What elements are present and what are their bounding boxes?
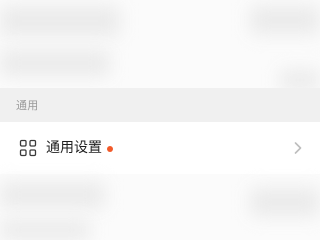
blurred-bottom-right (250, 188, 320, 216)
general-settings-label: 通用设置 (46, 140, 102, 156)
notification-dot (107, 146, 113, 152)
section-title: 通用 (16, 99, 39, 112)
section-header (0, 88, 320, 122)
blurred-top-right (250, 6, 320, 34)
blurred-top-left (0, 6, 120, 36)
blurred-left-mid (0, 50, 110, 76)
blurred-right-mid (280, 70, 320, 90)
grid-icon (19, 139, 37, 157)
blurred-bottom-left-2 (0, 220, 90, 240)
chevron-right-icon (294, 142, 302, 154)
blurred-bottom-left (0, 182, 105, 208)
